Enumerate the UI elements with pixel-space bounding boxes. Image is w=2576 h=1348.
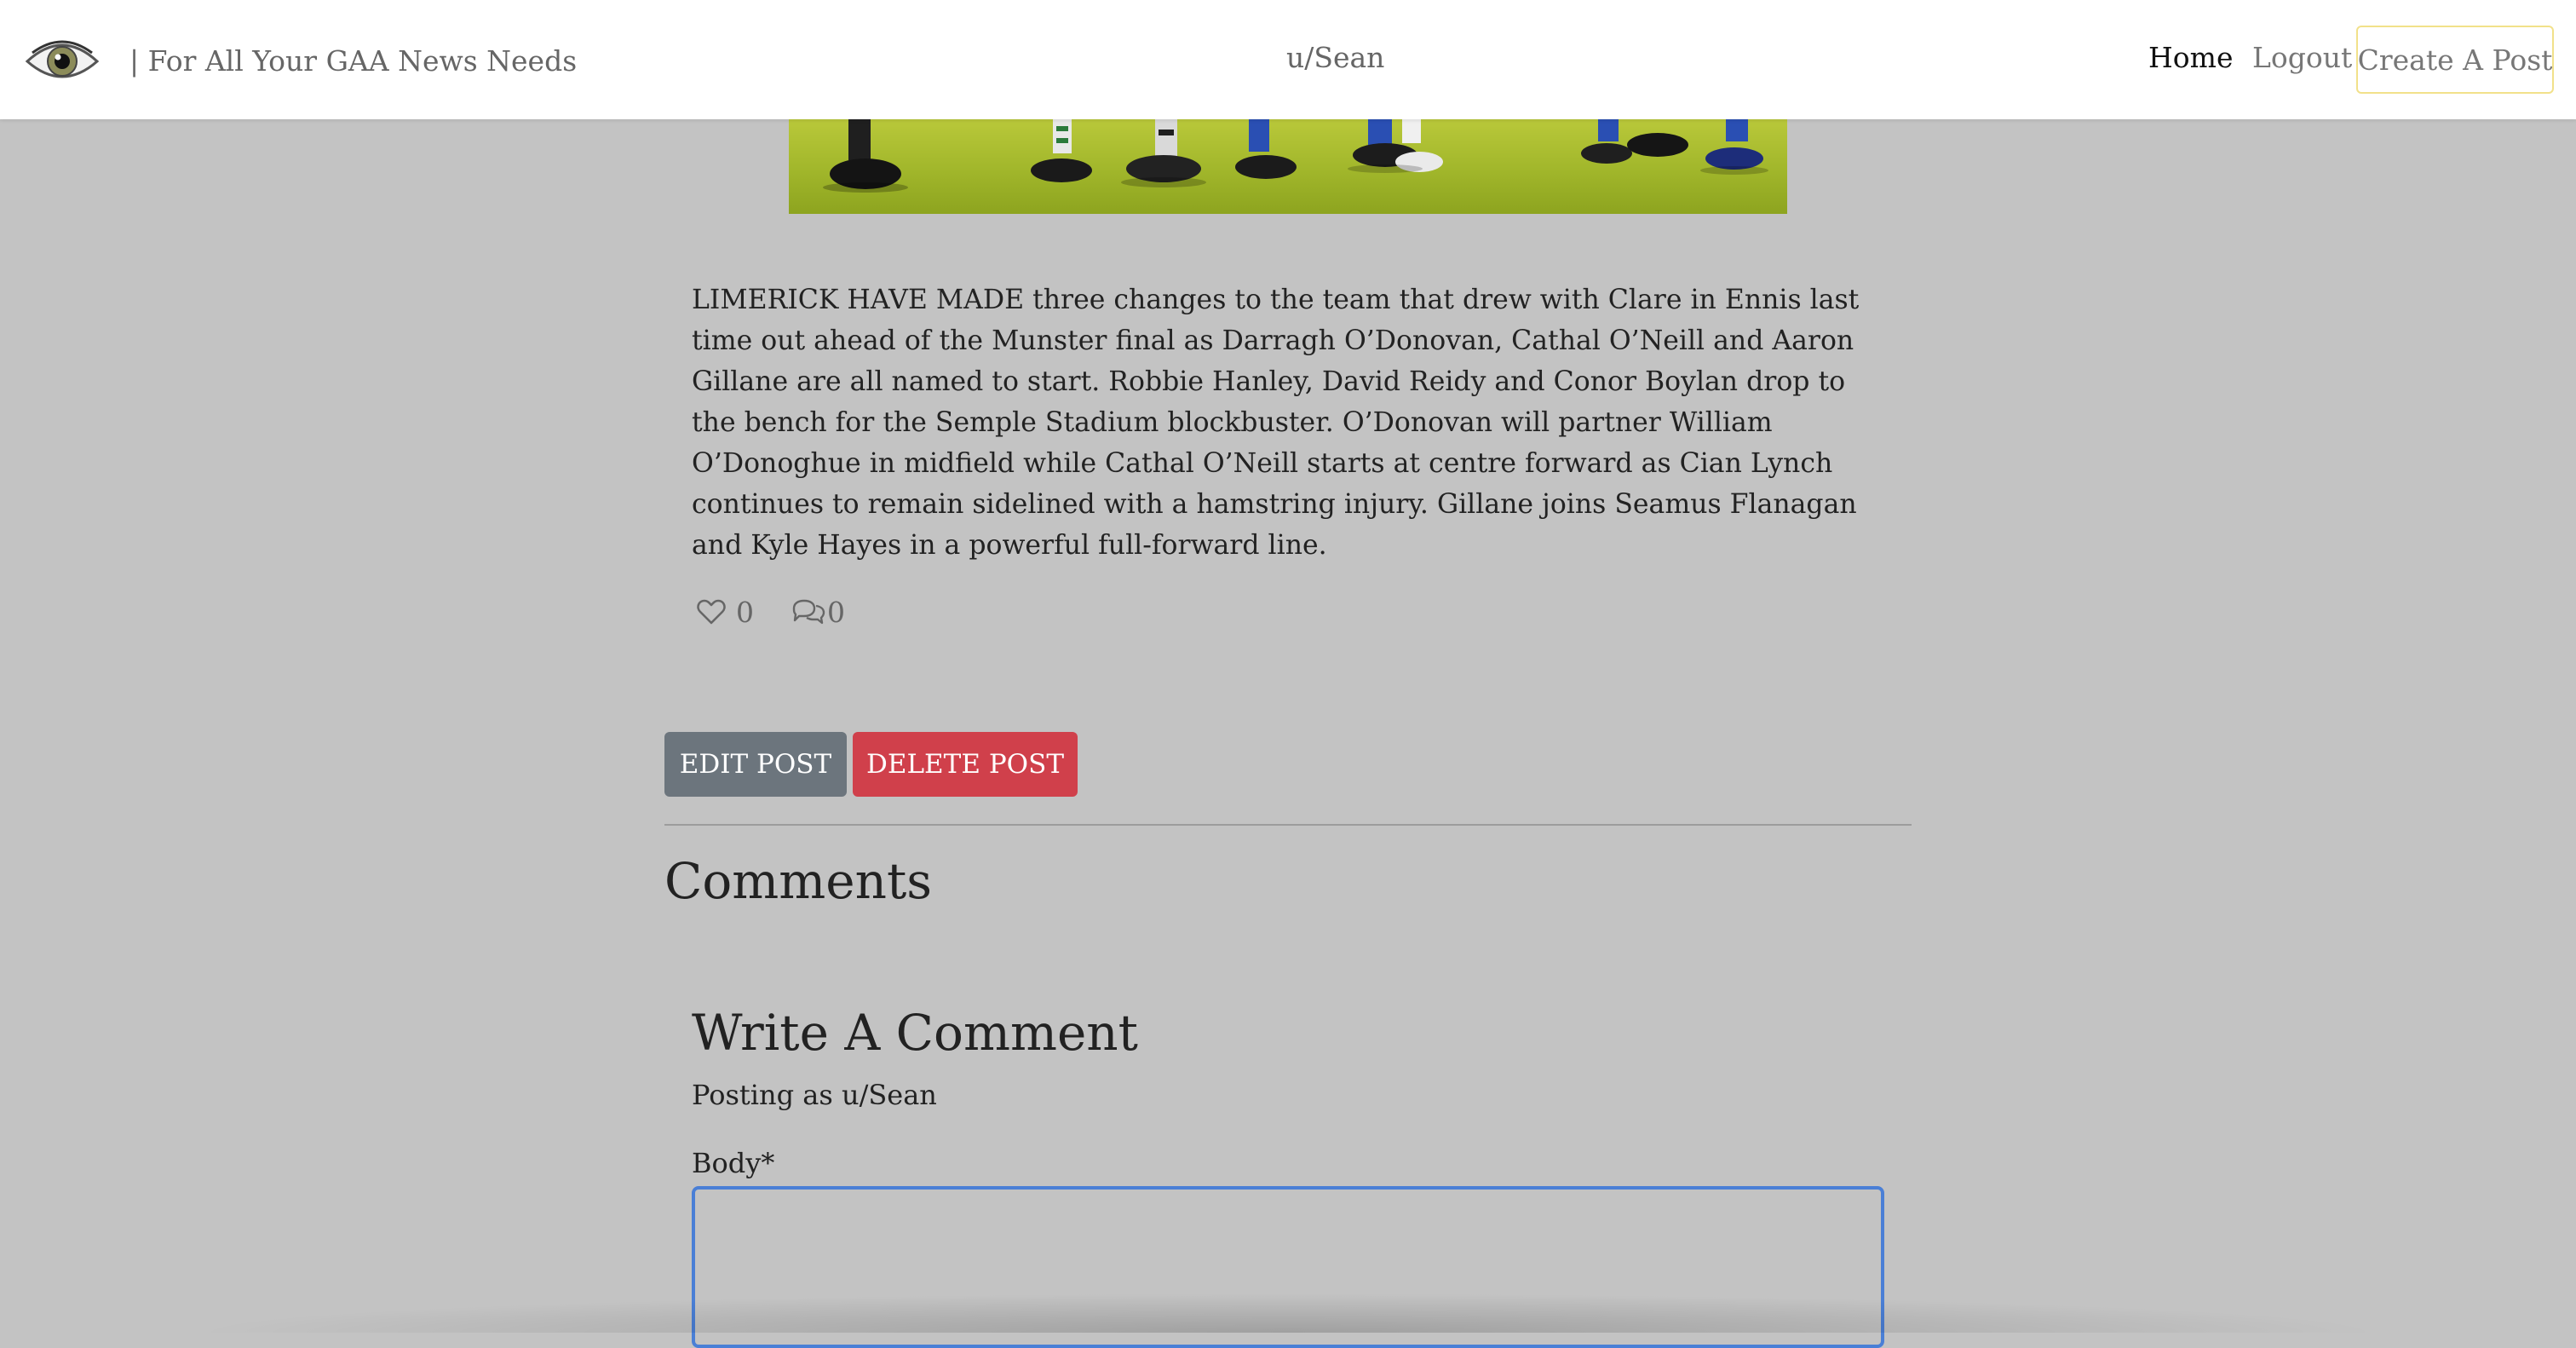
nav-home-link[interactable]: Home	[2148, 41, 2233, 74]
post-body-text: LIMERICK HAVE MADE three changes to the …	[692, 285, 1860, 561]
post-reactions: 0 0	[692, 591, 845, 632]
top-navbar: | For All Your GAA News Needs u/Sean Hom…	[0, 0, 2576, 119]
heart-icon	[697, 599, 726, 625]
delete-post-button[interactable]: DELETE POST	[853, 732, 1078, 797]
comments-heading: Comments	[664, 852, 933, 910]
create-post-button[interactable]: Create A Post	[2356, 26, 2554, 94]
post-hero-image	[789, 119, 1787, 214]
comment-bubble-icon	[792, 599, 825, 625]
like-button[interactable]: 0	[697, 596, 754, 629]
like-count: 0	[736, 595, 754, 629]
current-username: u/Sean	[1286, 41, 1385, 74]
nav-logout-link[interactable]: Logout	[2252, 41, 2352, 74]
brand-tagline: | For All Your GAA News Needs	[129, 44, 578, 78]
comment-count-button[interactable]: 0	[791, 596, 845, 629]
comment-count: 0	[827, 595, 845, 629]
comment-body-input[interactable]	[692, 1186, 1884, 1348]
posting-as-text: Posting as u/Sean	[692, 1079, 937, 1111]
comment-body-label: Body*	[692, 1147, 775, 1179]
eye-icon[interactable]	[24, 32, 101, 90]
write-comment-heading: Write A Comment	[692, 1004, 1138, 1062]
section-divider	[664, 824, 1912, 826]
edit-post-button[interactable]: EDIT POST	[664, 732, 847, 797]
